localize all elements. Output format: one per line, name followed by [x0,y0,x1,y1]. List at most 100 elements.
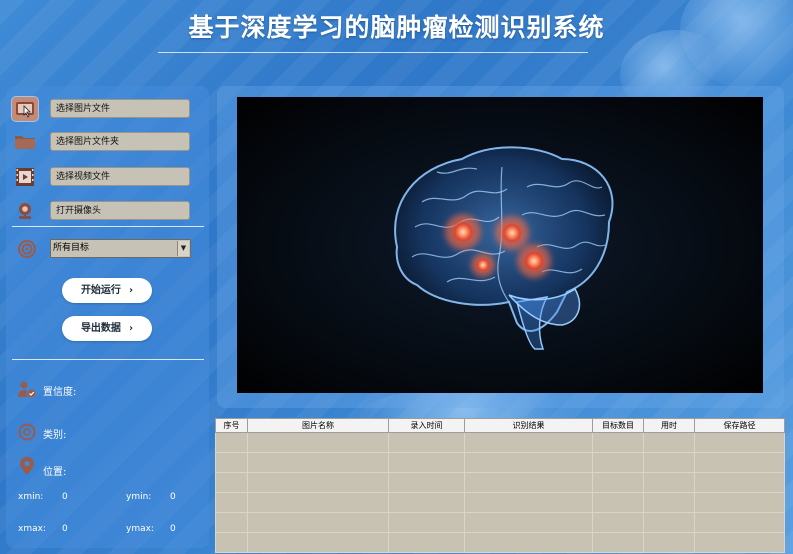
table-cell[interactable] [694,512,785,533]
xmin-value: 0 [62,492,68,502]
ymin-value: 0 [170,492,176,502]
select-video-row: 选择视频文件 [12,167,192,189]
image-file-icon[interactable] [12,97,38,121]
target-icon [16,238,38,260]
chevron-right-icon: › [128,285,134,296]
table-cell[interactable] [464,532,593,553]
video-file-icon[interactable] [12,165,38,189]
table-cell[interactable] [643,432,695,453]
table-cell[interactable] [592,492,644,513]
ymax-label: ymax: [126,524,154,534]
table-cell[interactable] [464,512,593,533]
chevron-right-icon: › [128,323,134,334]
table-body [215,432,785,553]
column-header-index[interactable]: 序号 [215,418,248,433]
table-cell[interactable] [247,512,389,533]
table-cell[interactable] [643,452,695,473]
chevron-down-icon[interactable]: ▼ [177,241,189,256]
divider [12,226,204,227]
table-cell[interactable] [464,472,593,493]
table-cell[interactable] [247,432,389,453]
app-title: 基于深度学习的脑肿瘤检测识别系统 [188,13,605,42]
position-label: 位置: [43,467,67,478]
column-header-target-count[interactable]: 目标数目 [592,418,644,433]
table-cell[interactable] [215,432,248,453]
table-cell[interactable] [694,472,785,493]
table-cell[interactable] [388,512,465,533]
location-icon [16,455,38,477]
column-header-result[interactable]: 识别结果 [464,418,593,433]
table-cell[interactable] [592,512,644,533]
table-header-row: 序号 图片名称 录入时间 识别结果 目标数目 用时 保存路径 [215,418,785,433]
brain-image [394,146,614,350]
open-camera-row: 打开摄像头 [12,201,192,223]
table-cell[interactable] [694,532,785,553]
table-row[interactable] [215,512,785,533]
ymax-value: 0 [170,524,176,534]
table-cell[interactable] [643,512,695,533]
table-row[interactable] [215,492,785,513]
divider [12,359,204,360]
table-cell[interactable] [388,532,465,553]
table-cell[interactable] [592,532,644,553]
table-cell[interactable] [592,472,644,493]
camera-icon[interactable] [12,199,38,223]
folder-icon[interactable] [12,130,38,154]
table-cell[interactable] [388,432,465,453]
start-button-label: 开始运行 [80,285,121,296]
select-video-button[interactable]: 选择视频文件 [50,167,190,186]
category-label: 类别: [43,430,67,441]
table-cell[interactable] [215,512,248,533]
table-cell[interactable] [643,492,695,513]
table-cell[interactable] [247,532,389,553]
table-cell[interactable] [215,532,248,553]
select-folder-row: 选择图片文件夹 [12,132,192,154]
start-button[interactable]: 开始运行 › [62,278,152,303]
xmax-value: 0 [62,524,68,534]
table-cell[interactable] [464,452,593,473]
target-select-value: 所有目标 [53,243,90,253]
column-header-save-path[interactable]: 保存路径 [694,418,785,433]
select-image-button[interactable]: 选择图片文件 [50,99,190,118]
column-header-entry-time[interactable]: 录入时间 [388,418,465,433]
xmax-label: xmax: [18,524,46,534]
table-row[interactable] [215,532,785,553]
open-camera-button[interactable]: 打开摄像头 [50,201,190,220]
table-cell[interactable] [215,492,248,513]
table-cell[interactable] [694,432,785,453]
table-cell[interactable] [247,452,389,473]
column-header-image-name[interactable]: 图片名称 [247,418,389,433]
table-cell[interactable] [215,472,248,493]
table-cell[interactable] [215,452,248,473]
results-table[interactable]: 序号 图片名称 录入时间 识别结果 目标数目 用时 保存路径 [215,418,785,553]
table-cell[interactable] [388,492,465,513]
export-button-label: 导出数据 [80,323,121,334]
table-cell[interactable] [643,532,695,553]
table-cell[interactable] [694,452,785,473]
confidence-label: 置信度: [43,387,77,398]
table-cell[interactable] [694,492,785,513]
table-cell[interactable] [247,492,389,513]
table-cell[interactable] [388,472,465,493]
target-select[interactable]: 所有目标 ▼ [50,239,191,258]
table-cell[interactable] [643,472,695,493]
table-cell[interactable] [388,452,465,473]
table-cell[interactable] [464,492,593,513]
table-cell[interactable] [464,432,593,453]
column-header-elapsed[interactable]: 用时 [643,418,695,433]
select-image-row: 选择图片文件 [12,97,192,121]
table-cell[interactable] [592,432,644,453]
confidence-icon [16,379,38,401]
image-viewer [237,97,763,393]
category-icon [16,421,38,443]
table-row[interactable] [215,472,785,493]
title-underline [158,52,588,53]
export-button[interactable]: 导出数据 › [62,316,152,341]
xmin-label: xmin: [18,492,44,502]
table-cell[interactable] [247,472,389,493]
ymin-label: ymin: [126,492,152,502]
table-cell[interactable] [592,452,644,473]
select-folder-button[interactable]: 选择图片文件夹 [50,132,190,151]
table-row[interactable] [215,432,785,453]
table-row[interactable] [215,452,785,473]
